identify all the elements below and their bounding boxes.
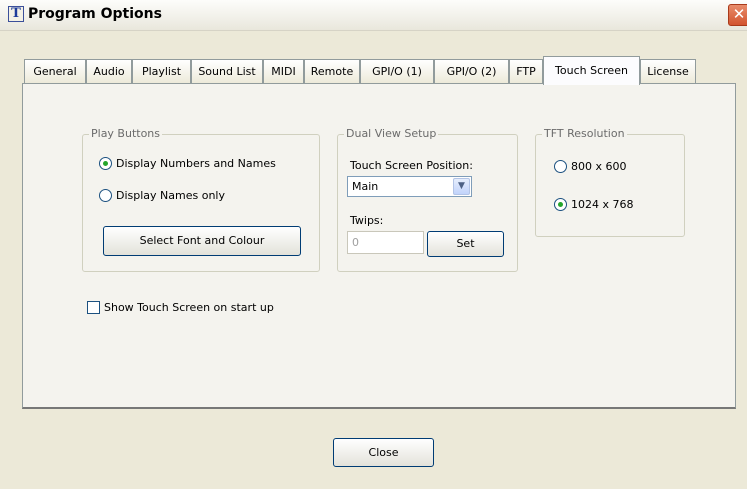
radio-unselected-icon xyxy=(99,189,112,202)
tab-ftp[interactable]: FTP xyxy=(509,59,543,84)
dual-view-setup-group-label: Dual View Setup xyxy=(344,127,439,140)
tab-touch-screen[interactable]: Touch Screen xyxy=(543,56,640,85)
window-close-icon[interactable]: ✕ xyxy=(728,4,747,26)
touch-screen-position-select[interactable]: Main ▼ xyxy=(347,176,472,197)
radio-display-numbers-names-label: Display Numbers and Names xyxy=(116,157,276,170)
play-buttons-group-label: Play Buttons xyxy=(89,127,163,140)
select-font-colour-button[interactable]: Select Font and Colour xyxy=(103,226,301,256)
radio-display-names-only[interactable]: Display Names only xyxy=(99,189,225,202)
show-touch-screen-startup-checkbox[interactable]: Show Touch Screen on start up xyxy=(87,301,274,314)
tab-midi[interactable]: MIDI xyxy=(263,59,304,84)
touch-screen-position-value: Main xyxy=(352,180,379,193)
radio-selected-icon xyxy=(554,198,567,211)
tab-gpio-2[interactable]: GPI/O (2) xyxy=(434,59,509,84)
close-button[interactable]: Close xyxy=(333,438,434,467)
set-button[interactable]: Set xyxy=(427,231,504,257)
chevron-down-icon[interactable]: ▼ xyxy=(453,178,470,195)
tab-audio[interactable]: Audio xyxy=(86,59,132,84)
radio-display-names-only-label: Display Names only xyxy=(116,189,225,202)
tab-remote[interactable]: Remote xyxy=(304,59,360,84)
title-bar: T Program Options ✕ xyxy=(0,0,747,31)
tab-general[interactable]: General xyxy=(24,59,86,84)
tft-resolution-group-label: TFT Resolution xyxy=(542,127,627,140)
tab-license[interactable]: License xyxy=(640,59,696,84)
radio-resolution-1024[interactable]: 1024 x 768 xyxy=(554,198,634,211)
tft-resolution-group: TFT Resolution 800 x 600 1024 x 768 xyxy=(535,127,685,237)
app-letter-icon: T xyxy=(8,6,24,22)
radio-selected-icon xyxy=(99,157,112,170)
tab-playlist[interactable]: Playlist xyxy=(132,59,191,84)
dual-view-setup-group: Dual View Setup Touch Screen Position: M… xyxy=(337,127,518,272)
twips-value: 0 xyxy=(352,236,359,249)
radio-display-numbers-names[interactable]: Display Numbers and Names xyxy=(99,157,276,170)
radio-unselected-icon xyxy=(554,160,567,173)
tab-gpio-1[interactable]: GPI/O (1) xyxy=(360,59,434,84)
tab-sound-list[interactable]: Sound List xyxy=(191,59,263,84)
checkbox-box[interactable] xyxy=(87,301,100,314)
play-buttons-group: Play Buttons Display Numbers and Names D… xyxy=(82,127,320,272)
twips-label: Twips: xyxy=(350,214,384,227)
radio-resolution-800-label: 800 x 600 xyxy=(571,160,627,173)
window-title: Program Options xyxy=(28,6,162,22)
touch-screen-panel: Play Buttons Display Numbers and Names D… xyxy=(22,83,736,409)
touch-screen-position-label: Touch Screen Position: xyxy=(350,159,473,172)
radio-resolution-1024-label: 1024 x 768 xyxy=(571,198,634,211)
show-touch-screen-startup-label: Show Touch Screen on start up xyxy=(104,301,274,314)
twips-input[interactable]: 0 xyxy=(347,231,424,254)
radio-resolution-800[interactable]: 800 x 600 xyxy=(554,160,627,173)
